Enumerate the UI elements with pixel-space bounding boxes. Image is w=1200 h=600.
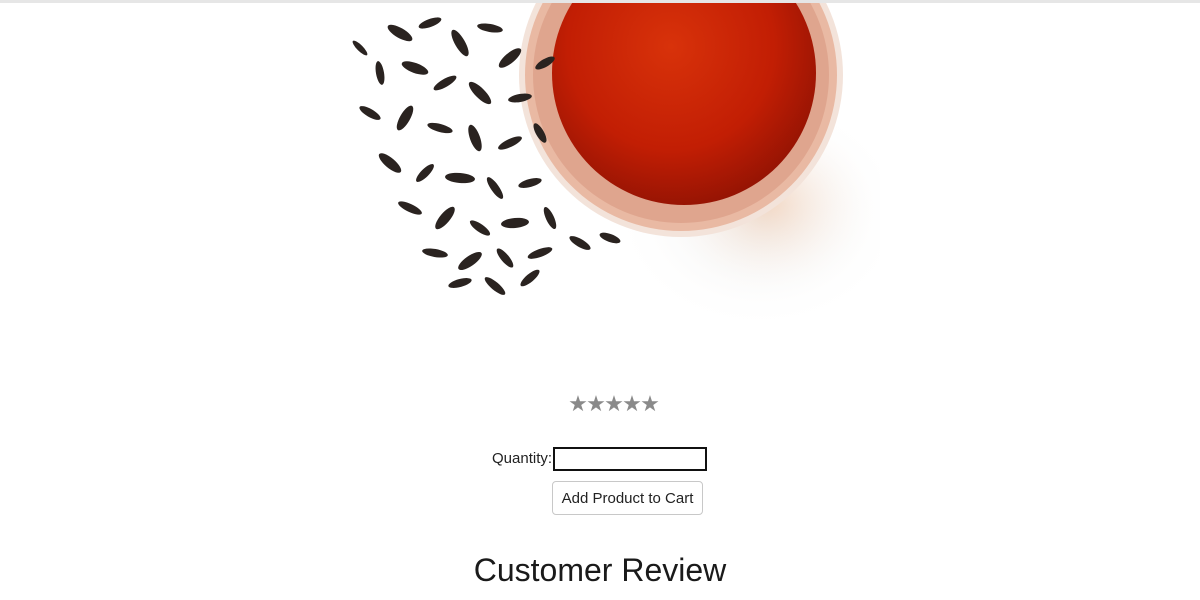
star-rating: ★ ★ ★ ★ ★ [568,392,664,418]
star-icon: ★ [568,392,588,417]
quantity-label: Quantity: [492,450,553,467]
customer-review-heading: Customer Review [473,552,727,588]
product-page: ★ ★ ★ ★ ★ Quantity: Add Product to Cart … [0,0,1200,600]
star-icon: ★ [640,392,660,417]
star-icon: ★ [622,392,642,417]
product-image [340,3,880,333]
quantity-input[interactable] [553,447,707,471]
star-icon: ★ [604,392,624,417]
add-to-cart-button[interactable]: Add Product to Cart [552,481,703,515]
tea-photo [352,3,880,333]
star-icon: ★ [586,392,606,417]
